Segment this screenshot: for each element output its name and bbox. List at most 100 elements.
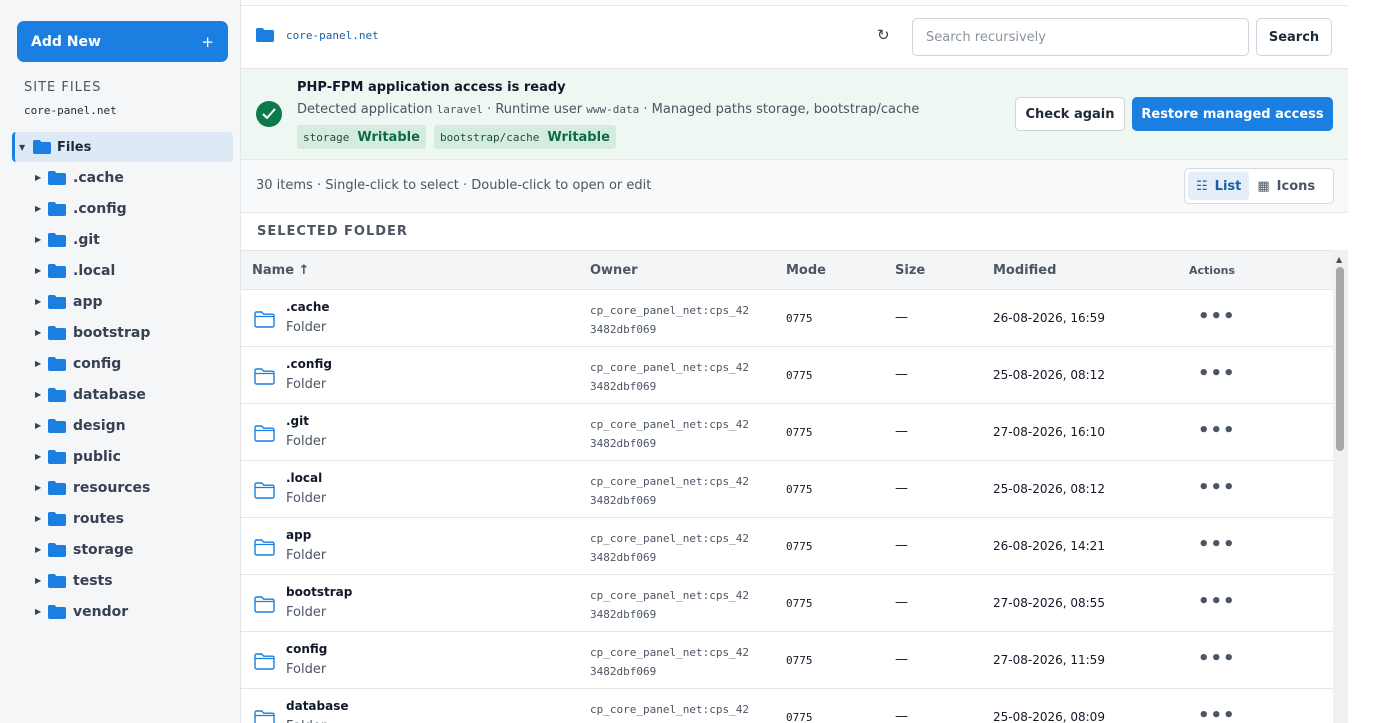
tree-item[interactable]: ▶ app <box>12 286 233 317</box>
table-row[interactable]: config Folder cp_core_panel_net:cps_42 3482… <box>241 632 1333 689</box>
runtime-user: www-data <box>586 103 640 116</box>
caret-right-icon[interactable]: ▶ <box>35 328 48 337</box>
caret-right-icon[interactable]: ▶ <box>35 297 48 306</box>
pill-path: bootstrap/cache <box>440 130 540 144</box>
name-cell: .config Folder <box>286 357 332 392</box>
caret-right-icon[interactable]: ▶ <box>35 607 48 616</box>
caret-right-icon[interactable]: ▶ <box>35 204 48 213</box>
more-actions-icon[interactable]: ••• <box>1198 591 1236 612</box>
list-view-label: List <box>1214 178 1242 194</box>
app-name: laravel <box>436 103 483 116</box>
owner-line-2: 3482dbf069 <box>590 437 657 450</box>
table-row[interactable]: .config Folder cp_core_panel_net:cps_42 348… <box>241 347 1333 404</box>
folder-icon <box>48 480 66 495</box>
more-actions-icon[interactable]: ••• <box>1198 420 1236 441</box>
size-cell: — <box>895 310 908 325</box>
header-modified[interactable]: Modified <box>993 263 1056 278</box>
table-row[interactable]: database Folder cp_core_panel_net:cps_42 34… <box>241 689 1333 723</box>
restore-managed-access-button[interactable]: Restore managed access <box>1132 97 1333 131</box>
tree-item[interactable]: ▶ vendor <box>12 596 233 627</box>
tree-item[interactable]: ▶ tests <box>12 565 233 596</box>
modified-cell: 25-08-2026, 08:09 <box>993 710 1105 723</box>
header-name[interactable]: Name ↑ <box>252 263 309 278</box>
breadcrumb[interactable]: core-panel.net <box>256 28 379 42</box>
table-row[interactable]: app Folder cp_core_panel_net:cps_42 3482dbf… <box>241 518 1333 575</box>
refresh-icon[interactable]: ↻ <box>877 26 890 44</box>
file-type: Folder <box>286 719 349 723</box>
tree-item-label: database <box>73 386 146 403</box>
caret-right-icon[interactable]: ▶ <box>35 359 48 368</box>
caret-right-icon[interactable]: ▶ <box>35 452 48 461</box>
file-name: database <box>286 699 349 713</box>
tree-item[interactable]: ▶ public <box>12 441 233 472</box>
tree-item-label: public <box>73 448 121 465</box>
pill-state: Writable <box>357 129 420 145</box>
header-size[interactable]: Size <box>895 263 925 278</box>
table-scrollbar[interactable]: ▲ <box>1333 250 1348 723</box>
tree-item[interactable]: ▶ design <box>12 410 233 441</box>
more-actions-icon[interactable]: ••• <box>1198 648 1236 669</box>
tree-item-label: config <box>73 355 122 372</box>
caret-right-icon[interactable]: ▶ <box>35 266 48 275</box>
table-row[interactable]: bootstrap Folder cp_core_panel_net:cps_42 3… <box>241 575 1333 632</box>
modified-cell: 26-08-2026, 14:21 <box>993 539 1105 553</box>
modified-cell: 26-08-2026, 16:59 <box>993 311 1105 325</box>
caret-right-icon[interactable]: ▶ <box>35 576 48 585</box>
add-new-label: Add New <box>31 33 101 50</box>
tree-item-label: resources <box>73 479 151 496</box>
folder-icon <box>48 356 66 371</box>
owner-cell: cp_core_panel_net:cps_42 3482dbf069 <box>590 472 770 510</box>
breadcrumb-path[interactable]: core-panel.net <box>286 29 379 42</box>
more-actions-icon[interactable]: ••• <box>1198 534 1236 555</box>
header-mode[interactable]: Mode <box>786 263 826 278</box>
writable-pill-storage: storage Writable <box>297 125 426 149</box>
tree-item[interactable]: ▶ config <box>12 348 233 379</box>
site-domain: core-panel.net <box>24 104 117 117</box>
caret-right-icon[interactable]: ▶ <box>35 235 48 244</box>
tree-item[interactable]: ▶ .cache <box>12 162 233 193</box>
caret-right-icon[interactable]: ▶ <box>35 421 48 430</box>
tree-item[interactable]: ▶ storage <box>12 534 233 565</box>
mode-cell: 0775 <box>786 540 813 553</box>
search-button[interactable]: Search <box>1256 18 1332 56</box>
icons-view-button[interactable]: ▦ Icons <box>1249 172 1323 200</box>
add-new-button[interactable]: Add New + <box>17 21 228 62</box>
file-type: Folder <box>286 662 327 677</box>
tree-item[interactable]: ▶ routes <box>12 503 233 534</box>
search-input[interactable] <box>912 18 1249 56</box>
tree-item[interactable]: ▶ resources <box>12 472 233 503</box>
caret-right-icon[interactable]: ▶ <box>35 173 48 182</box>
more-actions-icon[interactable]: ••• <box>1198 306 1236 327</box>
caret-right-icon[interactable]: ▶ <box>35 514 48 523</box>
caret-right-icon[interactable]: ▶ <box>35 390 48 399</box>
more-actions-icon[interactable]: ••• <box>1198 363 1236 384</box>
file-name: .cache <box>286 300 330 314</box>
caret-down-icon[interactable]: ▼ <box>19 143 33 152</box>
toolbar: core-panel.net ↻ Search <box>241 5 1348 68</box>
scrollbar-thumb[interactable] <box>1336 267 1344 451</box>
check-again-button[interactable]: Check again <box>1015 97 1125 131</box>
more-actions-icon[interactable]: ••• <box>1198 477 1236 498</box>
file-type: Folder <box>286 548 327 563</box>
tree-item[interactable]: ▶ .git <box>12 224 233 255</box>
table-row[interactable]: .local Folder cp_core_panel_net:cps_42 3482… <box>241 461 1333 518</box>
tree-item[interactable]: ▶ .config <box>12 193 233 224</box>
table-row[interactable]: .cache Folder cp_core_panel_net:cps_42 3482… <box>241 290 1333 347</box>
scroll-up-icon[interactable]: ▲ <box>1336 255 1342 264</box>
site-files-heading: SITE FILES <box>24 80 102 95</box>
list-view-button[interactable]: ☷ List <box>1188 172 1250 200</box>
tree-root-files[interactable]: ▼ Files <box>12 132 233 162</box>
table-row[interactable]: .git Folder cp_core_panel_net:cps_42 3482db… <box>241 404 1333 461</box>
owner-line-1: cp_core_panel_net:cps_42 <box>590 646 749 659</box>
more-actions-icon[interactable]: ••• <box>1198 705 1236 723</box>
caret-right-icon[interactable]: ▶ <box>35 545 48 554</box>
size-cell: — <box>895 367 908 382</box>
owner-cell: cp_core_panel_net:cps_42 3482dbf069 <box>590 358 770 396</box>
tree-item[interactable]: ▶ .local <box>12 255 233 286</box>
header-owner[interactable]: Owner <box>590 263 638 278</box>
folder-icon <box>48 542 66 557</box>
modified-cell: 25-08-2026, 08:12 <box>993 368 1105 382</box>
tree-item[interactable]: ▶ bootstrap <box>12 317 233 348</box>
caret-right-icon[interactable]: ▶ <box>35 483 48 492</box>
tree-item[interactable]: ▶ database <box>12 379 233 410</box>
